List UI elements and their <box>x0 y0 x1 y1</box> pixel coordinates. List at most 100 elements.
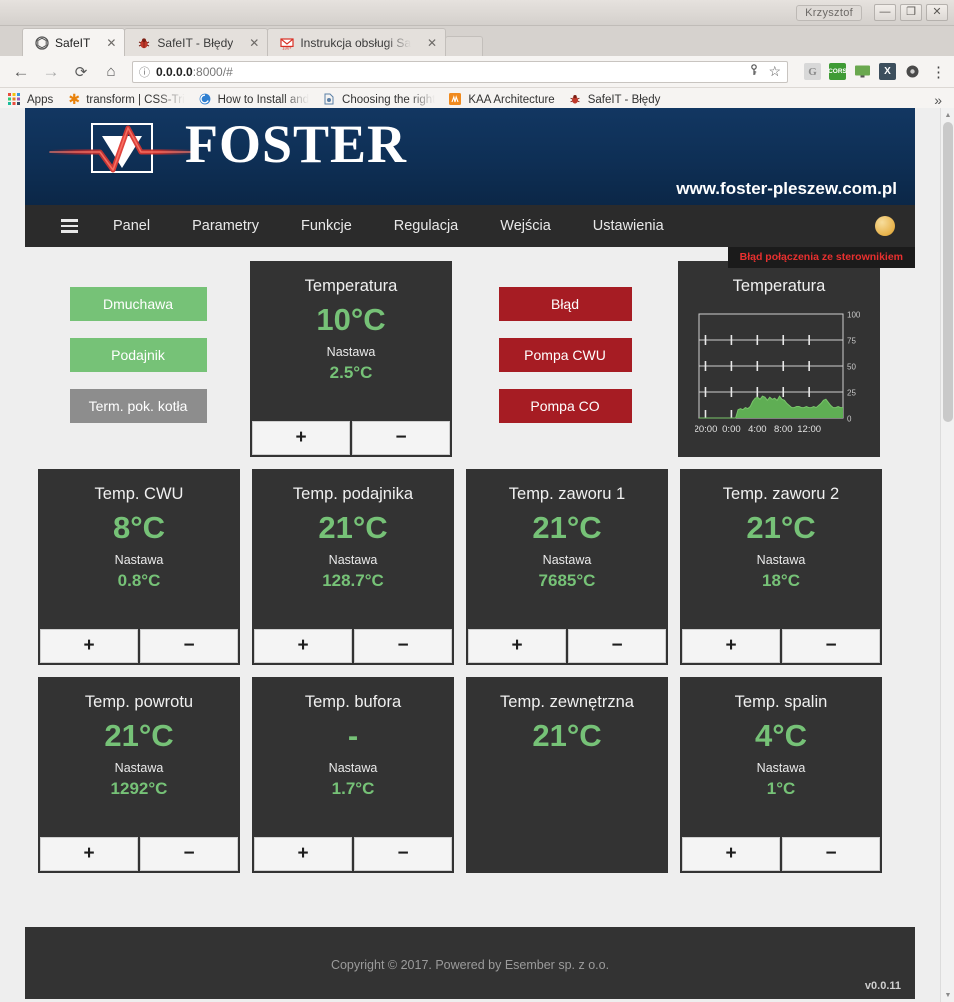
tile-setpoint-label: Nastawa <box>114 761 164 775</box>
svg-text:25: 25 <box>847 389 856 398</box>
key-icon[interactable] <box>748 64 760 79</box>
browser-menu-icon[interactable]: ⋮ <box>929 63 946 81</box>
toggle-dmuchawa[interactable]: Dmuchawa <box>69 287 207 321</box>
decrease-button[interactable]: − <box>354 629 452 663</box>
status-blad[interactable]: Błąd <box>498 287 632 321</box>
status-pompa-cwu[interactable]: Pompa CWU <box>498 338 632 372</box>
nav-item-ustawienia[interactable]: Ustawienia <box>572 218 685 234</box>
tile-setpoint-value: 7685°C <box>538 571 596 590</box>
brand-name: FOSTER <box>185 114 408 174</box>
nav-item-parametry[interactable]: Parametry <box>171 218 280 234</box>
nav-item-funkcje[interactable]: Funkcje <box>280 218 373 234</box>
back-button[interactable]: ← <box>8 59 34 85</box>
google-extension-icon[interactable]: G <box>804 63 821 80</box>
nav-item-regulacja[interactable]: Regulacja <box>373 218 480 234</box>
alarm-button-group: Błąd Pompa CWU Pompa CO <box>458 255 672 446</box>
bookmark-star-icon[interactable]: ☆ <box>768 63 781 80</box>
increase-button[interactable]: + <box>468 629 566 663</box>
doc-icon <box>323 93 337 107</box>
decrease-button[interactable]: − <box>140 629 238 663</box>
asterisk-icon: ✱ <box>68 90 81 107</box>
bookmark-label: transform | CSS-Tri <box>86 93 185 106</box>
browser-window: Krzysztof — ❐ ✕ SafeIT ✕ SafeIT - Błędy … <box>0 0 954 1002</box>
tile-temp-zewnetrzna: Temp. zewnętrzna 21°C <box>466 677 668 873</box>
increase-button[interactable]: + <box>682 837 780 871</box>
window-maximize-button[interactable]: ❐ <box>900 4 922 21</box>
bookmark-label: KAA Architecture <box>468 93 555 106</box>
increase-button[interactable]: + <box>254 837 352 871</box>
tab-close-icon[interactable]: ✕ <box>417 36 437 50</box>
bookmark-safeit-bledy[interactable]: SafeIT - Błędy <box>569 93 660 107</box>
browser-tab-safeit[interactable]: SafeIT ✕ <box>22 28 126 56</box>
new-tab-button[interactable] <box>445 36 484 56</box>
decrease-button[interactable]: − <box>568 629 666 663</box>
decrease-button[interactable]: − <box>782 629 880 663</box>
tile-temp-bufora: Temp. bufora - Nastawa 1.7°C + − <box>252 677 454 873</box>
tile-temp-powrotu: Temp. powrotu 21°C Nastawa 1292°C + − <box>38 677 240 873</box>
cors-extension-icon[interactable]: CORS <box>828 63 847 80</box>
tile-temp-cwu: Temp. CWU 8°C Nastawa 0.8°C + − <box>38 469 240 665</box>
circle-icon <box>199 93 213 107</box>
tile-stepper: + − <box>252 837 454 873</box>
bookmark-apps[interactable]: Apps <box>8 92 53 107</box>
browser-tab-safeit-bledy[interactable]: SafeIT - Błędy ✕ <box>124 28 269 56</box>
decrease-button[interactable]: − <box>352 421 450 455</box>
bookmark-kaa-architecture[interactable]: KAA Architecture <box>449 92 555 107</box>
dashboard-row-2: Temp. CWU 8°C Nastawa 0.8°C + − Temp. po… <box>32 463 908 671</box>
home-button[interactable]: ⌂ <box>98 59 124 85</box>
bookmark-how-to-install[interactable]: How to Install and <box>199 93 309 107</box>
scrollbar-thumb[interactable] <box>943 122 953 422</box>
page-scrollbar[interactable]: ▲ ▼ <box>940 108 954 1002</box>
toggle-term-pok-kotla[interactable]: Term. pok. kotła <box>69 389 207 423</box>
tab-title: SafeIT - Błędy <box>157 35 234 50</box>
increase-button[interactable]: + <box>682 629 780 663</box>
scroll-down-arrow[interactable]: ▼ <box>941 988 954 1002</box>
bookmark-choosing-the-right[interactable]: Choosing the right <box>323 93 435 107</box>
hamburger-icon[interactable] <box>39 213 92 239</box>
tile-stepper: + − <box>252 629 454 665</box>
tile-value: 21°C <box>532 510 602 545</box>
nav-item-wejscia[interactable]: Wejścia <box>479 218 572 234</box>
brand-banner: FOSTER www.foster-pleszew.com.pl <box>25 108 915 205</box>
tile-setpoint-value: 1292°C <box>110 779 168 798</box>
toggle-podajnik[interactable]: Podajnik <box>69 338 207 372</box>
reload-button[interactable]: ⟳ <box>68 59 94 85</box>
url-path: :8000/# <box>192 64 233 79</box>
decrease-button[interactable]: − <box>782 837 880 871</box>
tile-spacer <box>680 799 882 837</box>
forward-button[interactable]: → <box>38 59 64 85</box>
decrease-button[interactable]: − <box>140 837 238 871</box>
site-header: FOSTER www.foster-pleszew.com.pl Panel P… <box>25 108 915 268</box>
safeit-icon <box>35 35 49 50</box>
window-close-button[interactable]: ✕ <box>926 4 948 21</box>
tile-stepper: + − <box>466 629 668 665</box>
tile-value: 21°C <box>746 510 816 545</box>
tab-close-icon[interactable]: ✕ <box>239 36 259 50</box>
increase-button[interactable]: + <box>40 629 138 663</box>
increase-button[interactable]: + <box>40 837 138 871</box>
page-info-icon[interactable]: ⓘ <box>139 64 150 80</box>
tab-close-icon[interactable]: ✕ <box>96 36 116 50</box>
dashboard-row-3: Temp. powrotu 21°C Nastawa 1292°C + − Te… <box>32 671 908 879</box>
nav-item-panel[interactable]: Panel <box>92 218 171 234</box>
window-minimize-button[interactable]: — <box>874 4 896 21</box>
svg-text:20:00: 20:00 <box>695 424 717 435</box>
address-bar[interactable]: ⓘ 0.0.0.0:8000/# ☆ <box>132 60 788 83</box>
bookmark-transform-css[interactable]: ✱ transform | CSS-Tri <box>67 90 185 107</box>
scroll-up-arrow[interactable]: ▲ <box>941 108 954 122</box>
browser-tab-instrukcja[interactable]: 100+ Instrukcja obsługi Sa ✕ <box>267 28 447 56</box>
bookmarks-overflow-icon[interactable]: » <box>934 92 946 108</box>
svg-text:100+: 100+ <box>283 45 293 49</box>
connection-status-indicator[interactable] <box>875 216 895 236</box>
monitor-extension-icon[interactable] <box>854 63 871 80</box>
decrease-button[interactable]: − <box>354 837 452 871</box>
tile-value: 21°C <box>318 510 388 545</box>
increase-button[interactable]: + <box>252 421 350 455</box>
x-extension-icon[interactable]: X <box>879 63 896 80</box>
increase-button[interactable]: + <box>254 629 352 663</box>
tile-spacer <box>38 591 240 629</box>
page-viewport: FOSTER www.foster-pleszew.com.pl Panel P… <box>0 108 954 1002</box>
dark-extension-icon[interactable] <box>904 63 921 80</box>
tile-setpoint-value: 18°C <box>762 571 800 590</box>
status-pompa-co[interactable]: Pompa CO <box>498 389 632 423</box>
